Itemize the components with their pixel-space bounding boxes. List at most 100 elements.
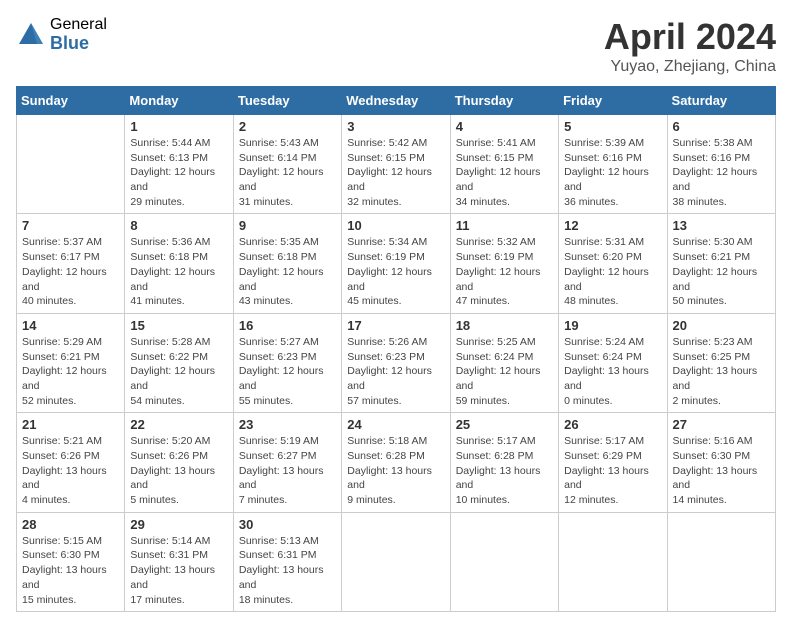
weekday-header-thursday: Thursday — [450, 87, 558, 115]
day-number: 11 — [456, 218, 553, 233]
day-info: Sunrise: 5:30 AMSunset: 6:21 PMDaylight:… — [673, 235, 770, 308]
calendar-cell: 26 Sunrise: 5:17 AMSunset: 6:29 PMDayligh… — [559, 413, 667, 512]
week-row-1: 1 Sunrise: 5:44 AMSunset: 6:13 PMDaylight… — [17, 115, 776, 214]
day-info: Sunrise: 5:31 AMSunset: 6:20 PMDaylight:… — [564, 235, 661, 308]
calendar-cell: 27 Sunrise: 5:16 AMSunset: 6:30 PMDayligh… — [667, 413, 775, 512]
day-number: 27 — [673, 417, 770, 432]
day-info: Sunrise: 5:35 AMSunset: 6:18 PMDaylight:… — [239, 235, 336, 308]
day-number: 24 — [347, 417, 444, 432]
day-number: 28 — [22, 517, 119, 532]
day-info: Sunrise: 5:25 AMSunset: 6:24 PMDaylight:… — [456, 335, 553, 408]
day-info: Sunrise: 5:13 AMSunset: 6:31 PMDaylight:… — [239, 534, 336, 607]
day-info: Sunrise: 5:14 AMSunset: 6:31 PMDaylight:… — [130, 534, 227, 607]
weekday-header-tuesday: Tuesday — [233, 87, 341, 115]
day-number: 5 — [564, 119, 661, 134]
weekday-header-saturday: Saturday — [667, 87, 775, 115]
day-info: Sunrise: 5:43 AMSunset: 6:14 PMDaylight:… — [239, 136, 336, 209]
day-info: Sunrise: 5:34 AMSunset: 6:19 PMDaylight:… — [347, 235, 444, 308]
day-number: 7 — [22, 218, 119, 233]
day-number: 16 — [239, 318, 336, 333]
week-row-5: 28 Sunrise: 5:15 AMSunset: 6:30 PMDayligh… — [17, 512, 776, 611]
day-number: 1 — [130, 119, 227, 134]
day-number: 3 — [347, 119, 444, 134]
calendar-cell: 14 Sunrise: 5:29 AMSunset: 6:21 PMDayligh… — [17, 313, 125, 412]
day-info: Sunrise: 5:17 AMSunset: 6:29 PMDaylight:… — [564, 434, 661, 507]
day-info: Sunrise: 5:27 AMSunset: 6:23 PMDaylight:… — [239, 335, 336, 408]
weekday-header-monday: Monday — [125, 87, 233, 115]
day-number: 25 — [456, 417, 553, 432]
logo-general: General — [50, 16, 107, 34]
logo: General Blue — [16, 16, 107, 53]
calendar-cell: 22Sunrise: 5:20 AMSunset: 6:26 PMDayligh… — [125, 413, 233, 512]
week-row-2: 7 Sunrise: 5:37 AMSunset: 6:17 PMDaylight… — [17, 214, 776, 313]
day-number: 26 — [564, 417, 661, 432]
calendar-cell: 25 Sunrise: 5:17 AMSunset: 6:28 PMDayligh… — [450, 413, 558, 512]
calendar-cell: 11 Sunrise: 5:32 AMSunset: 6:19 PMDayligh… — [450, 214, 558, 313]
week-row-4: 21Sunrise: 5:21 AMSunset: 6:26 PMDayligh… — [17, 413, 776, 512]
day-info: Sunrise: 5:15 AMSunset: 6:30 PMDaylight:… — [22, 534, 119, 607]
calendar-header-row: SundayMondayTuesdayWednesdayThursdayFrid… — [17, 87, 776, 115]
calendar-cell: 3 Sunrise: 5:42 AMSunset: 6:15 PMDaylight… — [342, 115, 450, 214]
calendar-cell: 18 Sunrise: 5:25 AMSunset: 6:24 PMDayligh… — [450, 313, 558, 412]
day-number: 20 — [673, 318, 770, 333]
calendar-cell: 13Sunrise: 5:30 AMSunset: 6:21 PMDayligh… — [667, 214, 775, 313]
calendar-cell — [667, 512, 775, 611]
day-info: Sunrise: 5:37 AMSunset: 6:17 PMDaylight:… — [22, 235, 119, 308]
day-number: 18 — [456, 318, 553, 333]
calendar-cell: 30 Sunrise: 5:13 AMSunset: 6:31 PMDayligh… — [233, 512, 341, 611]
page-header: General Blue April 2024 Yuyao, Zhejiang,… — [16, 16, 776, 76]
weekday-header-sunday: Sunday — [17, 87, 125, 115]
calendar-cell — [559, 512, 667, 611]
logo-text: General Blue — [50, 16, 107, 53]
day-info: Sunrise: 5:39 AMSunset: 6:16 PMDaylight:… — [564, 136, 661, 209]
day-info: Sunrise: 5:17 AMSunset: 6:28 PMDaylight:… — [456, 434, 553, 507]
calendar-cell: 1 Sunrise: 5:44 AMSunset: 6:13 PMDaylight… — [125, 115, 233, 214]
day-number: 23 — [239, 417, 336, 432]
day-number: 6 — [673, 119, 770, 134]
day-number: 19 — [564, 318, 661, 333]
logo-blue: Blue — [50, 34, 107, 54]
calendar-cell: 19 Sunrise: 5:24 AMSunset: 6:24 PMDayligh… — [559, 313, 667, 412]
calendar-cell: 7 Sunrise: 5:37 AMSunset: 6:17 PMDaylight… — [17, 214, 125, 313]
day-info: Sunrise: 5:42 AMSunset: 6:15 PMDaylight:… — [347, 136, 444, 209]
day-number: 10 — [347, 218, 444, 233]
day-info: Sunrise: 5:29 AMSunset: 6:21 PMDaylight:… — [22, 335, 119, 408]
day-number: 30 — [239, 517, 336, 532]
day-info: Sunrise: 5:18 AMSunset: 6:28 PMDaylight:… — [347, 434, 444, 507]
calendar-cell: 6Sunrise: 5:38 AMSunset: 6:16 PMDaylight… — [667, 115, 775, 214]
day-number: 9 — [239, 218, 336, 233]
calendar-table: SundayMondayTuesdayWednesdayThursdayFrid… — [16, 86, 776, 612]
day-number: 4 — [456, 119, 553, 134]
calendar-cell: 8 Sunrise: 5:36 AMSunset: 6:18 PMDaylight… — [125, 214, 233, 313]
day-info: Sunrise: 5:16 AMSunset: 6:30 PMDaylight:… — [673, 434, 770, 507]
calendar-cell — [342, 512, 450, 611]
day-info: Sunrise: 5:36 AMSunset: 6:18 PMDaylight:… — [130, 235, 227, 308]
calendar-cell: 20Sunrise: 5:23 AMSunset: 6:25 PMDayligh… — [667, 313, 775, 412]
logo-icon — [16, 20, 46, 50]
day-info: Sunrise: 5:24 AMSunset: 6:24 PMDaylight:… — [564, 335, 661, 408]
day-number: 8 — [130, 218, 227, 233]
calendar-cell: 21Sunrise: 5:21 AMSunset: 6:26 PMDayligh… — [17, 413, 125, 512]
day-info: Sunrise: 5:19 AMSunset: 6:27 PMDaylight:… — [239, 434, 336, 507]
calendar-cell: 5 Sunrise: 5:39 AMSunset: 6:16 PMDaylight… — [559, 115, 667, 214]
calendar-cell: 28 Sunrise: 5:15 AMSunset: 6:30 PMDayligh… — [17, 512, 125, 611]
day-info: Sunrise: 5:21 AMSunset: 6:26 PMDaylight:… — [22, 434, 119, 507]
calendar-cell: 4 Sunrise: 5:41 AMSunset: 6:15 PMDaylight… — [450, 115, 558, 214]
day-info: Sunrise: 5:44 AMSunset: 6:13 PMDaylight:… — [130, 136, 227, 209]
day-number: 14 — [22, 318, 119, 333]
day-number: 29 — [130, 517, 227, 532]
day-number: 12 — [564, 218, 661, 233]
calendar-cell: 10 Sunrise: 5:34 AMSunset: 6:19 PMDayligh… — [342, 214, 450, 313]
day-info: Sunrise: 5:32 AMSunset: 6:19 PMDaylight:… — [456, 235, 553, 308]
calendar-cell: 23 Sunrise: 5:19 AMSunset: 6:27 PMDayligh… — [233, 413, 341, 512]
day-number: 17 — [347, 318, 444, 333]
weekday-header-friday: Friday — [559, 87, 667, 115]
calendar-cell — [450, 512, 558, 611]
calendar-cell: 16 Sunrise: 5:27 AMSunset: 6:23 PMDayligh… — [233, 313, 341, 412]
weekday-header-wednesday: Wednesday — [342, 87, 450, 115]
calendar-cell: 29 Sunrise: 5:14 AMSunset: 6:31 PMDayligh… — [125, 512, 233, 611]
month-title: April 2024 — [604, 16, 776, 58]
day-number: 22 — [130, 417, 227, 432]
calendar-cell: 2Sunrise: 5:43 AMSunset: 6:14 PMDaylight… — [233, 115, 341, 214]
day-info: Sunrise: 5:41 AMSunset: 6:15 PMDaylight:… — [456, 136, 553, 209]
